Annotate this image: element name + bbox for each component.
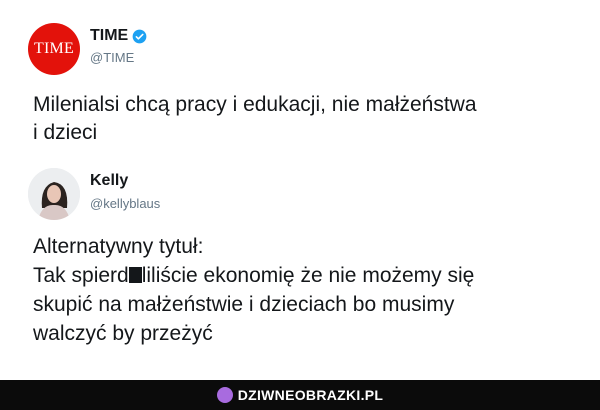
author-name[interactable]: Kelly [90, 172, 128, 190]
text-fragment: liliście ekonomię że nie możemy się [141, 264, 475, 287]
tweet-text-line: Milenialsi chcą pracy i edukacji, nie ma… [33, 93, 477, 116]
tweet-text-line: skupić na małżeństwie i dzieciach bo mus… [33, 293, 455, 316]
brand-logo-icon [216, 387, 233, 403]
watermark-bar: DZIWNEOBRAZKI.PL [0, 380, 600, 410]
tweet-text-line: walczyć by przeżyć [33, 322, 213, 345]
author-row: TIME [90, 27, 147, 45]
tweet-text-line: i dzieci [33, 121, 98, 144]
censor-block [128, 267, 142, 283]
author-name[interactable]: TIME [90, 27, 128, 45]
brand-text[interactable]: DZIWNEOBRAZKI.PL [238, 387, 384, 403]
text-fragment: Tak spierd [33, 264, 129, 287]
time-logo: TIME [34, 40, 74, 57]
tweet-text-line: Tak spierd liliście ekonomię że nie możem… [33, 261, 573, 290]
avatar-photo-icon [28, 168, 80, 220]
verified-icon [132, 29, 147, 43]
author-handle[interactable]: @kellyblaus [90, 196, 160, 211]
tweet-text: Milenialsi chcą pracy i edukacji, nie ma… [33, 91, 573, 147]
author-handle[interactable]: @TIME [90, 50, 134, 65]
avatar-time[interactable]: TIME [28, 23, 80, 75]
author-row: Kelly [90, 172, 128, 190]
tweet-text-line: Alternatywny tytuł: [33, 235, 204, 258]
avatar-kelly[interactable] [28, 168, 80, 220]
tweet-text: Alternatywny tytuł: Tak spierd liliście e… [33, 232, 573, 348]
